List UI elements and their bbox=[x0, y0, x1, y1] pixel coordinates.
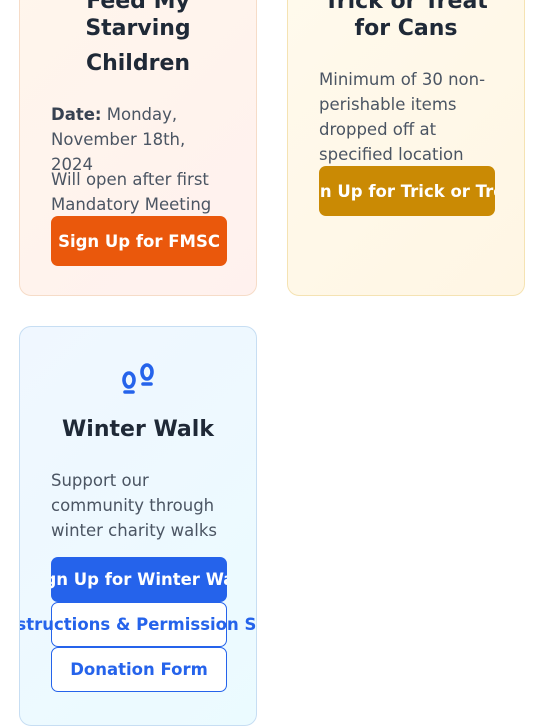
cans-card: Trick or Treat for Cans Minimum of 30 no… bbox=[287, 0, 525, 296]
winter-walk-signup-button[interactable]: Sign Up for Winter Walk bbox=[51, 557, 227, 602]
footprints-icon bbox=[20, 361, 256, 401]
instructions-button-label: Instructions & Permission Slip bbox=[20, 615, 257, 634]
winter-walk-description: Support our community through winter cha… bbox=[51, 471, 218, 540]
instructions-permission-slip-button[interactable]: Instructions & Permission Slip bbox=[20, 602, 256, 647]
fmsc-card: Feed My Starving Children Date: Monday, … bbox=[19, 0, 257, 296]
fmsc-date-label: Date: bbox=[51, 105, 102, 124]
footprints-icon-svg bbox=[122, 363, 154, 394]
winter-walk-card: Winter Walk Support our community throug… bbox=[19, 326, 257, 726]
fmsc-signup-button[interactable]: Sign Up for FMSC bbox=[51, 216, 227, 266]
fmsc-date: Date: Monday, November 18th, 2024 bbox=[51, 102, 231, 177]
fmsc-title-line3: Children bbox=[85, 51, 191, 76]
fmsc-title-line2: Starving bbox=[85, 16, 191, 41]
cans-title-line2: for Cans bbox=[354, 16, 458, 41]
winter-walk-title: Winter Walk bbox=[62, 417, 214, 442]
cans-description: Minimum of 30 non-perishable items dropp… bbox=[319, 70, 486, 164]
cans-signup-button[interactable]: Sign Up for Trick or Treat bbox=[319, 166, 495, 216]
donation-form-button[interactable]: Donation Form bbox=[51, 647, 227, 692]
fmsc-note: Will open after first Mandatory Meeting bbox=[51, 170, 212, 214]
